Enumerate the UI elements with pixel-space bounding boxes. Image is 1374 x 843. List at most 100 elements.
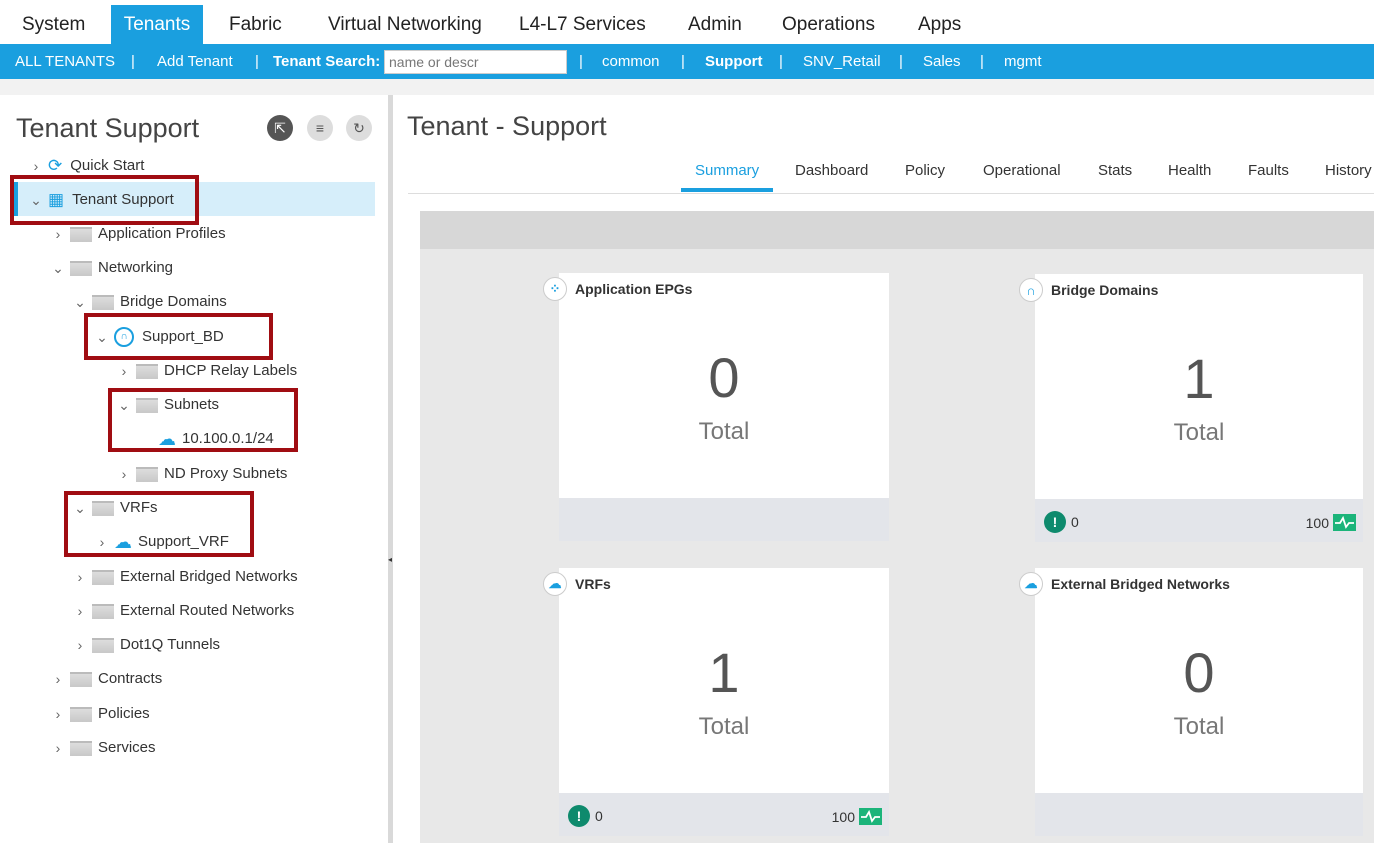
cloud-outline-icon: ☁ [1019,572,1043,596]
page-title: Tenant - Support [407,111,607,141]
tab-system[interactable]: System [12,5,95,44]
tree-label: External Routed Networks [120,602,295,619]
tree-label: Networking [98,259,174,276]
separator: | [980,53,984,70]
tree-item-policies[interactable]: › Policies [50,702,150,726]
fault-count: 0 [1071,514,1079,530]
chevron-right-icon[interactable]: › [116,359,132,383]
fault-status-icon: ! [568,805,590,827]
card-vrfs[interactable]: 1 Total ! 0 100 [559,568,889,836]
tenant-link-common[interactable]: common [602,44,660,79]
health-summary[interactable]: 100 [832,808,882,825]
refresh-icon[interactable]: ↻ [346,115,372,141]
highlight-box-bridge-domain [84,313,273,360]
tab-history[interactable]: History [1325,162,1372,180]
separator: | [131,53,135,70]
tree-item-contracts[interactable]: › Contracts [50,667,163,691]
chevron-right-icon[interactable]: › [50,222,66,246]
card-unit: Total [698,418,750,445]
tab-admin[interactable]: Admin [678,5,752,44]
fault-summary[interactable]: ! 0 [568,805,603,827]
summary-header-bar [420,211,1374,249]
pane-divider[interactable]: ◂ [388,95,393,843]
folder-icon [92,637,114,653]
tab-apps[interactable]: Apps [908,5,971,44]
chevron-right-icon[interactable]: › [116,462,132,486]
tab-fabric[interactable]: Fabric [219,5,292,44]
tab-operational[interactable]: Operational [983,162,1061,180]
card-unit: Total [698,713,750,740]
quick-start-control-icon[interactable]: ⇱ [267,115,293,141]
tab-health[interactable]: Health [1168,162,1211,180]
collapse-arrow-icon[interactable]: ◂ [388,555,392,564]
tab-l4-l7-services[interactable]: L4-L7 Services [509,5,656,44]
tab-tenants[interactable]: Tenants [111,5,203,44]
tenant-link-mgmt[interactable]: mgmt [1004,44,1042,79]
tenant-link-sales[interactable]: Sales [923,44,961,79]
card-header: ☁ External Bridged Networks [1019,572,1230,596]
tree-label: Policies [98,705,150,722]
filter-icon[interactable]: ≡ [307,115,333,141]
fault-count: 0 [595,808,603,824]
tree-item-nd-proxy-subnets[interactable]: › ND Proxy Subnets [116,462,288,486]
card-application-epgs[interactable]: 0 Total [559,273,889,541]
card-bridge-domains[interactable]: 1 Total ! 0 100 [1035,274,1363,542]
tenant-search-input[interactable] [384,50,567,74]
bridge-domain-icon: ∩ [1019,278,1043,302]
card-value: 1 [708,641,740,704]
tab-faults[interactable]: Faults [1248,162,1289,180]
tenant-search-label: Tenant Search: [273,53,381,70]
add-tenant-link[interactable]: Add Tenant [157,44,233,79]
tree-item-dhcp-relay-labels[interactable]: › DHCP Relay Labels [116,359,297,383]
chevron-down-icon[interactable]: ⌄ [72,290,88,314]
tab-policy[interactable]: Policy [905,162,945,180]
tab-operations[interactable]: Operations [772,5,885,44]
card-title: Bridge Domains [1051,282,1159,298]
chevron-right-icon[interactable]: › [50,736,66,760]
card-footer [1035,793,1363,836]
tree-item-dot1q-tunnels[interactable]: › Dot1Q Tunnels [72,633,220,657]
tree-label: Application Profiles [98,225,226,242]
chevron-right-icon[interactable]: › [50,702,66,726]
health-score: 100 [1305,514,1329,531]
highlight-box-vrfs [64,491,254,557]
chevron-right-icon[interactable]: › [72,599,88,623]
folder-icon [136,466,158,482]
fault-status-icon: ! [1044,511,1066,533]
tree-label: Contracts [98,670,163,687]
chevron-down-icon[interactable]: ⌄ [50,256,66,280]
chevron-right-icon[interactable]: › [72,633,88,657]
tenant-link-snv-retail[interactable]: SNV_Retail [803,44,881,79]
tree-item-external-routed-networks[interactable]: › External Routed Networks [72,599,295,623]
health-pulse-icon [1333,514,1356,531]
card-header: ⁘ Application EPGs [543,277,692,301]
left-pane-title: Tenant Support [16,113,200,143]
tree-item-bridge-domains[interactable]: ⌄ Bridge Domains [72,290,227,314]
folder-icon [70,226,92,242]
health-summary[interactable]: 100 [1306,514,1356,531]
tab-dashboard[interactable]: Dashboard [795,162,868,180]
tree-label: ND Proxy Subnets [164,465,288,482]
separator: | [899,53,903,70]
tab-stats[interactable]: Stats [1098,162,1132,180]
tree-item-services[interactable]: › Services [50,736,156,760]
tree-label: External Bridged Networks [120,568,298,585]
card-external-bridged-networks[interactable]: 0 Total [1035,568,1363,836]
vrf-cloud-icon: ☁ [543,572,567,596]
tree-item-application-profiles[interactable]: › Application Profiles [50,222,226,246]
fault-summary[interactable]: ! 0 [1044,511,1079,533]
tree-item-networking[interactable]: ⌄ Networking [50,256,173,280]
card-unit: Total [1173,419,1225,446]
health-score: 100 [831,808,855,825]
tenant-link-support[interactable]: Support [705,44,763,79]
tree-item-external-bridged-networks[interactable]: › External Bridged Networks [72,565,298,589]
tab-divider [408,193,1374,194]
all-tenants-link[interactable]: ALL TENANTS [15,44,115,79]
card-title: VRFs [575,576,611,592]
chevron-right-icon[interactable]: › [50,667,66,691]
card-value: 0 [708,346,740,409]
chevron-right-icon[interactable]: › [72,565,88,589]
folder-icon [92,603,114,619]
tab-summary[interactable]: Summary [695,162,759,180]
tab-virtual-networking[interactable]: Virtual Networking [318,5,492,44]
